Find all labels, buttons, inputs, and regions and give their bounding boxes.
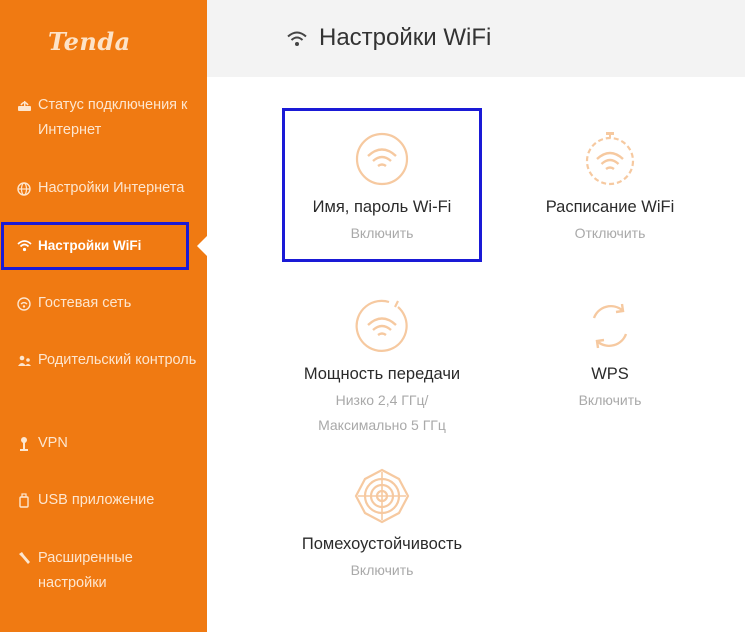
sidebar-item-label: Статус подключения к Интернет bbox=[38, 97, 188, 138]
page-title: Настройки WiFi bbox=[319, 24, 492, 51]
parental-control-icon bbox=[16, 348, 32, 373]
sidebar-item-internet-status[interactable]: Статус подключения к Интернет bbox=[0, 93, 207, 143]
tile-status: Включить bbox=[578, 392, 642, 408]
sidebar-item-guest-network[interactable]: Гостевая сеть bbox=[0, 291, 207, 316]
sidebar-item-advanced[interactable]: Расширенные настройки bbox=[0, 546, 207, 596]
wifi-power-icon bbox=[355, 299, 408, 352]
sidebar-item-label: Родительский контроль bbox=[38, 352, 197, 368]
sidebar: Tenda Статус подключения к Интернет Наст… bbox=[0, 0, 207, 632]
page-header: Настройки WiFi bbox=[207, 0, 745, 77]
wifi-schedule-icon bbox=[585, 132, 635, 186]
sidebar-item-label: Гостевая сеть bbox=[38, 295, 132, 311]
tile-title: Помехоустойчивость bbox=[301, 535, 463, 553]
tile-status: Включить bbox=[350, 562, 414, 578]
sidebar-item-usb[interactable]: USB приложение bbox=[0, 488, 207, 513]
wifi-icon bbox=[287, 30, 307, 52]
tile-title: Расписание WiFi bbox=[545, 198, 675, 216]
router-status-icon bbox=[16, 93, 32, 118]
tile-title: Имя, пароль Wi-Fi bbox=[312, 198, 452, 216]
sidebar-item-vpn[interactable]: VPN bbox=[0, 431, 207, 456]
tile-wps[interactable]: WPS Включить bbox=[510, 298, 710, 413]
wifi-name-icon bbox=[355, 132, 409, 186]
sidebar-item-label: Настройки Интернета bbox=[38, 180, 185, 196]
tile-wifi-schedule[interactable]: Расписание WiFi Отключить bbox=[510, 131, 710, 246]
tools-icon bbox=[16, 546, 32, 571]
tile-title: Мощность передачи bbox=[303, 365, 461, 383]
tenda-logo: Tenda bbox=[48, 27, 131, 56]
tile-title: WPS bbox=[591, 365, 629, 383]
sidebar-item-internet-settings[interactable]: Настройки Интернета bbox=[0, 176, 207, 201]
sidebar-item-label: VPN bbox=[38, 435, 68, 451]
globe-icon bbox=[16, 176, 32, 201]
guest-wifi-icon bbox=[16, 291, 32, 316]
tile-status: Низко 2,4 ГГц/ Максимально 5 ГГц bbox=[318, 392, 446, 433]
tile-wifi-name-password[interactable]: Имя, пароль Wi-Fi Включить bbox=[282, 131, 482, 246]
tile-status: Отключить bbox=[574, 225, 646, 241]
tile-status: Включить bbox=[350, 225, 414, 241]
usb-icon bbox=[16, 488, 32, 513]
sidebar-item-label: Настройки WiFi bbox=[38, 238, 142, 253]
sidebar-item-label: USB приложение bbox=[38, 492, 155, 508]
anti-interference-icon bbox=[354, 468, 410, 524]
sidebar-item-wifi-settings[interactable]: Настройки WiFi bbox=[0, 233, 207, 258]
sidebar-item-parental-control[interactable]: Родительский контроль bbox=[0, 348, 207, 373]
tile-anti-interference[interactable]: Помехоустойчивость Включить bbox=[282, 468, 482, 583]
wps-icon bbox=[592, 303, 628, 349]
sidebar-item-label: Расширенные настройки bbox=[38, 550, 133, 591]
tile-transmit-power[interactable]: Мощность передачи Низко 2,4 ГГц/ Максима… bbox=[282, 298, 482, 438]
vpn-key-icon bbox=[16, 431, 32, 456]
wifi-icon bbox=[16, 233, 32, 258]
